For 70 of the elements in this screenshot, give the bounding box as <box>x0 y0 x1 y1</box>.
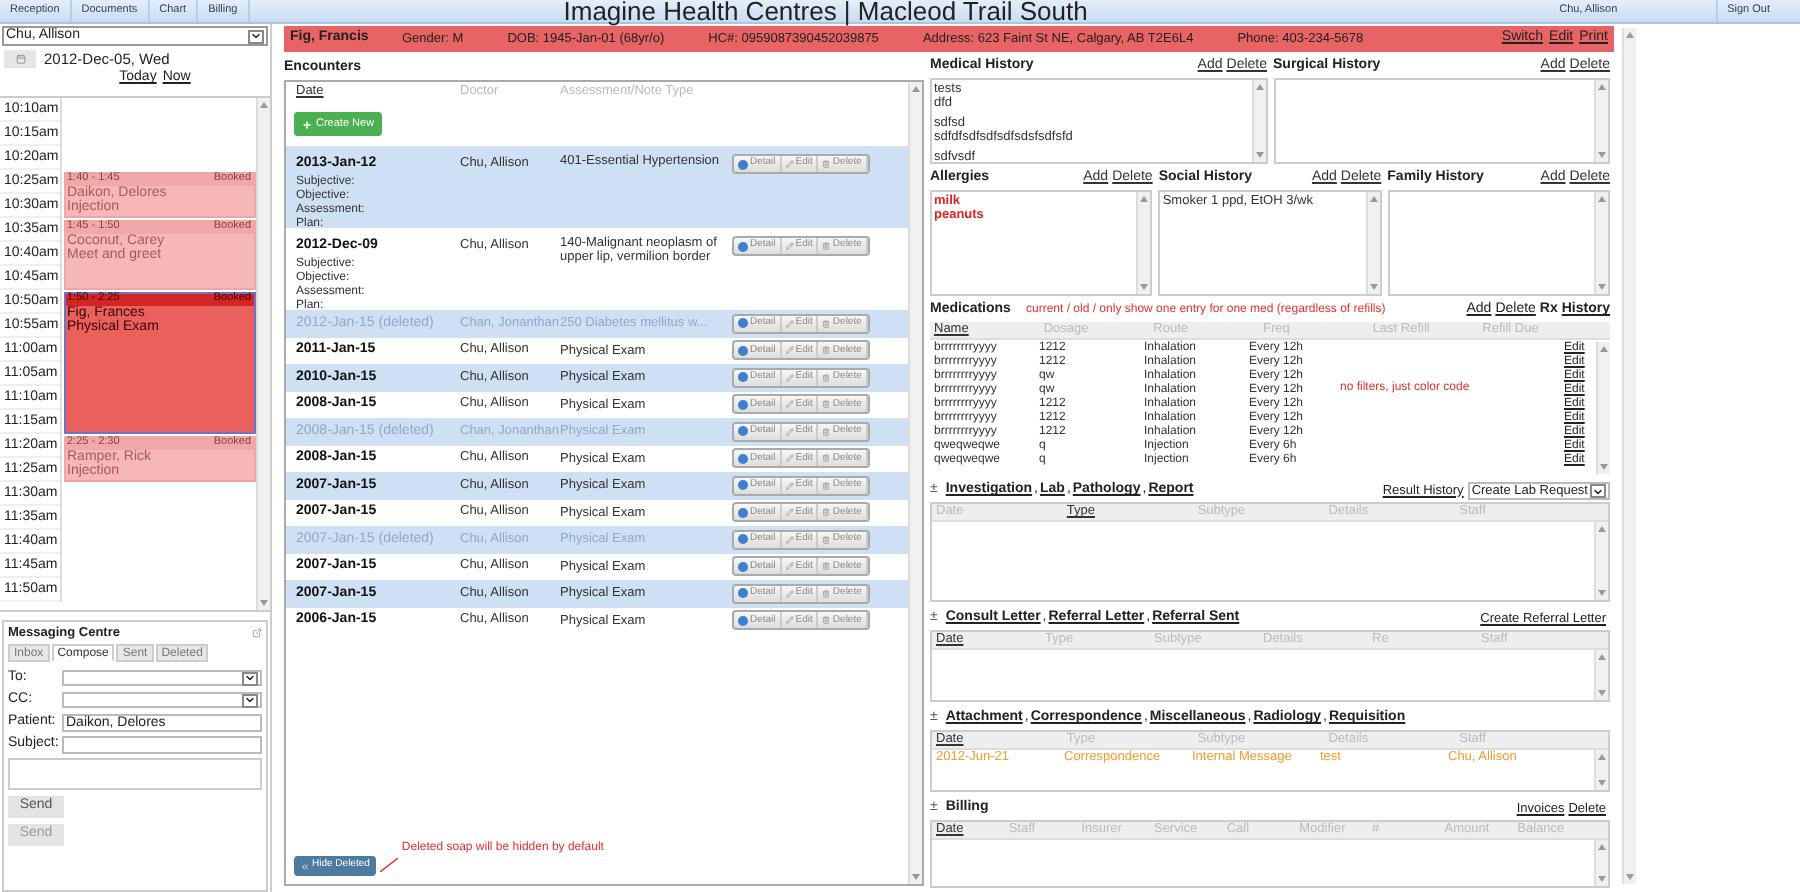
trash-icon <box>822 242 831 250</box>
popout-icon[interactable] <box>252 628 262 638</box>
info-icon <box>738 534 748 545</box>
scrollbar[interactable] <box>908 82 922 884</box>
trash-icon <box>822 562 831 571</box>
pencil-icon <box>785 160 794 168</box>
info-icon <box>738 426 748 437</box>
trash-icon <box>822 400 831 409</box>
trash-icon <box>822 508 831 517</box>
trash-icon <box>822 373 831 382</box>
info-icon <box>738 561 748 572</box>
pencil-icon <box>785 535 794 544</box>
recipient-select[interactable] <box>62 692 262 708</box>
pencil-icon <box>785 427 794 436</box>
info-icon <box>738 241 748 251</box>
info-icon <box>738 480 748 491</box>
scrollbar[interactable] <box>1622 28 1636 884</box>
info-icon <box>738 399 748 410</box>
pencil-icon <box>785 400 794 409</box>
info-icon <box>738 588 748 599</box>
double-chevron-icon <box>300 861 310 871</box>
calendar-button[interactable] <box>4 50 36 68</box>
trash-icon <box>822 481 831 490</box>
pencil-icon <box>785 562 794 571</box>
scrollbar[interactable] <box>1251 80 1265 162</box>
scrollbar[interactable] <box>1596 342 1610 474</box>
scrollbar[interactable] <box>256 98 270 610</box>
pencil-icon <box>785 508 794 517</box>
scrollbar[interactable] <box>1594 750 1608 790</box>
app-title: Imagine Health Centres | Macleod Trail South <box>563 0 1088 23</box>
info-icon <box>738 318 748 329</box>
trash-icon <box>822 160 831 168</box>
trash-icon <box>822 346 831 355</box>
input-field[interactable] <box>62 735 262 753</box>
scrollbar[interactable] <box>1365 192 1380 294</box>
pencil-icon <box>785 346 794 355</box>
trash-icon <box>822 616 831 625</box>
pencil-icon <box>785 242 794 250</box>
pencil-icon <box>785 319 794 328</box>
pencil-icon <box>785 481 794 490</box>
info-icon <box>738 345 748 356</box>
scrollbar[interactable] <box>1594 650 1608 700</box>
scrollbar[interactable] <box>1136 192 1151 294</box>
info-icon <box>738 372 748 383</box>
dropdown-caret-icon <box>1590 484 1606 498</box>
pencil-icon <box>785 589 794 598</box>
pencil-icon <box>785 373 794 382</box>
recipient-select[interactable] <box>62 670 262 686</box>
calendar-icon <box>15 54 25 64</box>
trash-icon <box>822 535 831 544</box>
trash-icon <box>822 427 831 436</box>
trash-icon <box>822 589 831 598</box>
dropdown-caret-icon <box>248 29 264 43</box>
leader-line <box>379 858 398 872</box>
scrollbar[interactable] <box>1593 192 1608 294</box>
dropdown-caret-icon <box>242 693 258 707</box>
pencil-icon <box>785 616 794 625</box>
info-icon <box>738 453 748 464</box>
scrollbar[interactable] <box>1594 840 1608 886</box>
trash-icon <box>822 454 831 463</box>
plus-icon <box>302 119 312 129</box>
dropdown-caret-icon <box>242 671 258 685</box>
info-icon <box>738 159 748 169</box>
trash-icon <box>822 319 831 328</box>
scrollbar[interactable] <box>1594 522 1608 600</box>
info-icon <box>738 615 748 626</box>
message-body-field[interactable] <box>8 758 262 790</box>
scrollbar[interactable] <box>1594 80 1608 162</box>
info-icon <box>738 507 748 518</box>
pencil-icon <box>785 454 794 463</box>
